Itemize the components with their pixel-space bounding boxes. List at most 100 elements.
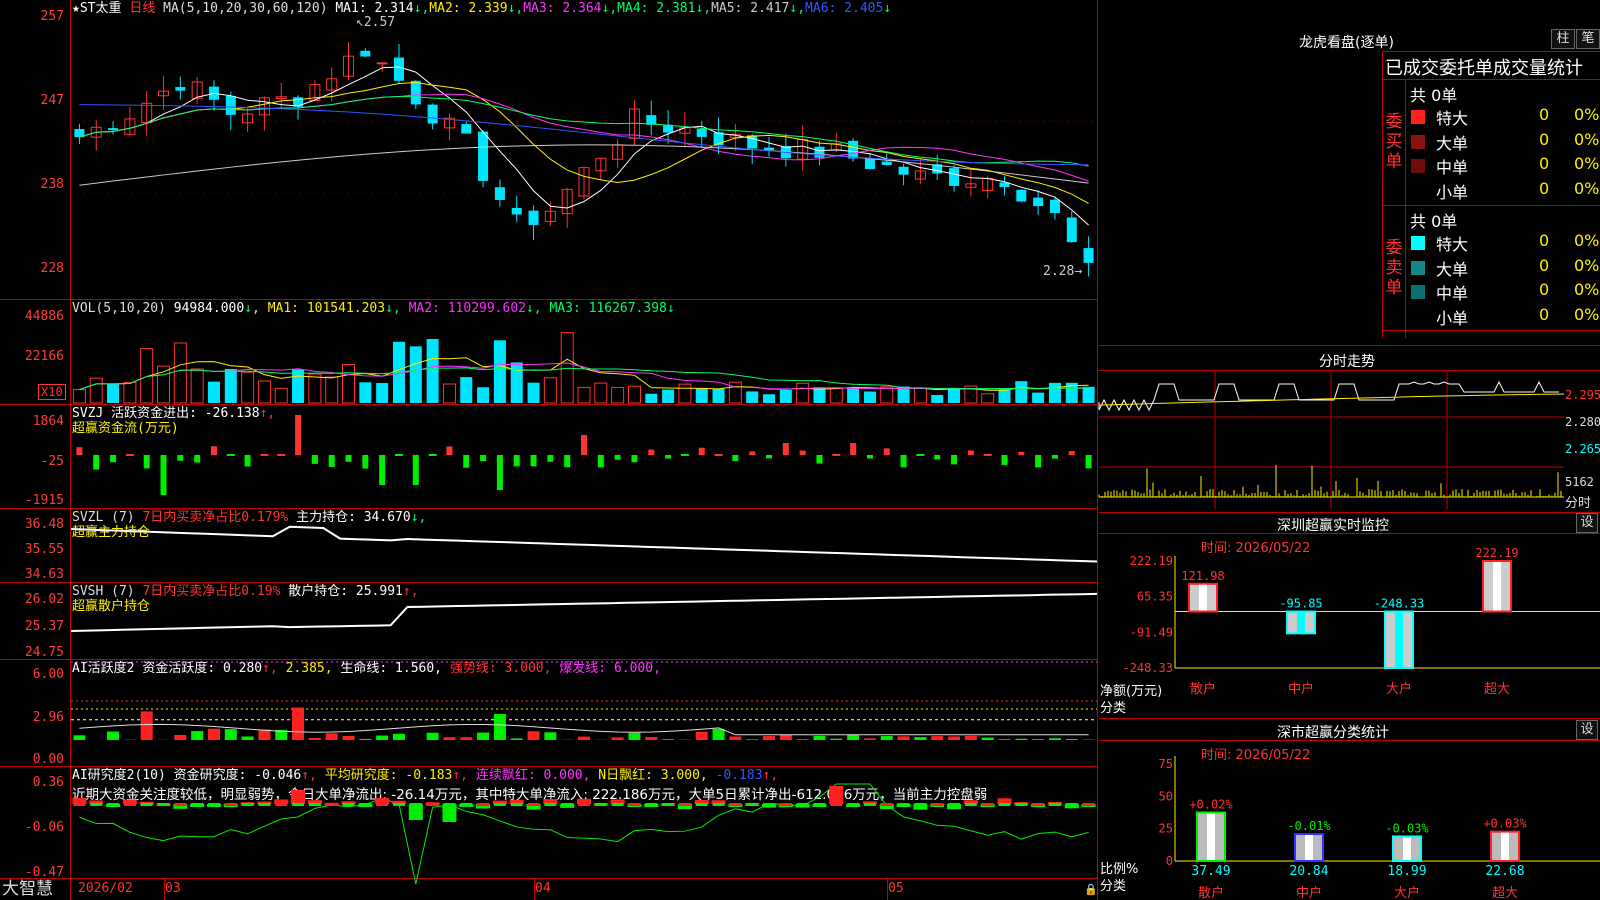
buy-row: 中单 0 0% — [1409, 154, 1600, 179]
vol-ma-legend-1: MA1: 101541.203 — [267, 301, 386, 316]
order-type-label: 小单 — [1436, 182, 1469, 202]
research-dash — [796, 803, 809, 806]
monitor-tick: 222.19 — [1130, 554, 1173, 568]
ai2-tick: -0.06 — [24, 820, 64, 835]
candle-body — [814, 146, 825, 158]
category-label: 散户 — [1198, 885, 1224, 900]
activity-bar — [107, 731, 120, 740]
price-tick: 238 — [40, 177, 64, 192]
activity-bar — [880, 736, 893, 740]
research-dash — [897, 803, 910, 806]
flow-bar — [816, 455, 823, 464]
flow-bar — [277, 454, 286, 456]
ma-params: MA(5,10,20,30,60,120) — [163, 1, 328, 16]
svsh-tick: 24.75 — [24, 645, 64, 660]
order-count: 0 — [1539, 105, 1550, 124]
research-dash — [1082, 803, 1095, 806]
research-dash — [342, 803, 355, 806]
activity-bar — [931, 736, 944, 740]
activity-bar — [392, 733, 405, 740]
candle-body — [1066, 217, 1077, 243]
chart-area[interactable]: ★ST太重 日线 MA(5,10,20,30,60,120) MA1: 2.31… — [0, 0, 1098, 900]
ma-legend-5: MA5: 2.417 — [711, 1, 790, 16]
flow-bar — [866, 455, 873, 459]
monitor-settings-button[interactable]: 设 — [1576, 513, 1598, 533]
research-dash — [426, 803, 439, 806]
candle-body — [747, 135, 758, 149]
sell-row: 大单 0 0% — [1409, 256, 1600, 281]
volume-bar — [325, 376, 339, 404]
ratio-tick: 50 — [1159, 789, 1173, 803]
volume-bar — [594, 382, 608, 404]
net-bar-highlight — [1199, 584, 1207, 611]
panel-header: 龙虎看盘(逐单) — [1299, 35, 1394, 51]
activity-bar — [914, 737, 927, 740]
flow-bar — [983, 454, 992, 456]
volume-chart — [72, 332, 1095, 404]
flow-bar — [394, 454, 403, 456]
activity-bar — [426, 732, 439, 740]
research-dash — [241, 803, 254, 806]
activity-bar — [342, 735, 355, 740]
vol-ma-arrow: ↓, — [525, 301, 542, 316]
change-label: +0.03% — [1483, 817, 1527, 831]
net-bar-highlight — [1395, 612, 1403, 667]
research-dash — [224, 803, 237, 806]
fund-flow-chart — [71, 415, 1097, 495]
brand-logo: 大智慧 — [2, 879, 53, 899]
volume-bar — [948, 388, 961, 403]
research-dash — [174, 803, 187, 806]
intraday-chart[interactable] — [1098, 372, 1565, 509]
price-tick: 228 — [40, 261, 64, 276]
research-dash — [763, 803, 776, 806]
research-dash — [964, 803, 977, 806]
tick-mode-button[interactable]: 笔 — [1576, 29, 1600, 49]
flow-bar — [362, 455, 369, 469]
intraday-vol-tick: 5162 — [1565, 475, 1594, 489]
flow-bar — [125, 454, 134, 456]
research-dash — [140, 803, 153, 806]
ratio-bar-highlight — [1501, 832, 1509, 860]
order-type-label: 大单 — [1436, 259, 1469, 279]
activity-bar — [174, 734, 187, 740]
research-dash — [561, 803, 574, 806]
activity-bar — [611, 737, 624, 740]
candlestick-chart[interactable] — [71, 16, 1097, 298]
activity-bar — [981, 737, 994, 740]
volume-bar — [359, 382, 372, 403]
flow-bar — [547, 455, 554, 462]
x-tick — [887, 878, 888, 900]
volume-bar — [89, 377, 103, 404]
classify-settings-button[interactable]: 设 — [1576, 720, 1598, 740]
flow-bar — [631, 455, 638, 463]
activity-bar — [1048, 738, 1061, 740]
intraday-tick: 2.265 — [1565, 442, 1600, 456]
order-count: 0 — [1539, 154, 1550, 173]
ai1-tick: 6.00 — [32, 667, 64, 682]
research-bar — [829, 786, 844, 804]
candle-body — [175, 87, 186, 91]
activity-bar — [763, 736, 776, 740]
ratio-tick: 25 — [1159, 822, 1173, 836]
activity-bar — [662, 738, 675, 740]
ma-legend-1: MA1: 2.314 — [335, 1, 414, 16]
volume-bar — [543, 377, 557, 404]
vol-tick: 22166 — [24, 349, 64, 364]
activity-bar — [796, 739, 809, 740]
volume-bar — [107, 383, 120, 403]
volume-bar — [678, 383, 692, 404]
lock-icon[interactable]: 🔒 — [1084, 883, 1098, 896]
research-dash — [460, 803, 473, 806]
flow-bar — [210, 446, 217, 455]
activity-bar — [628, 732, 641, 740]
volume-bar — [292, 369, 305, 403]
bar-mode-button[interactable]: 柱 — [1551, 29, 1575, 49]
activity-bar — [140, 711, 153, 740]
volume-bar — [863, 391, 876, 403]
monitor-tick: -248.33 — [1122, 661, 1173, 675]
net-value-label: -95.85 — [1279, 597, 1322, 611]
activity-bar — [510, 738, 523, 740]
volume-bar — [173, 342, 187, 404]
candle-body — [1016, 189, 1027, 202]
research-dash — [359, 803, 372, 806]
